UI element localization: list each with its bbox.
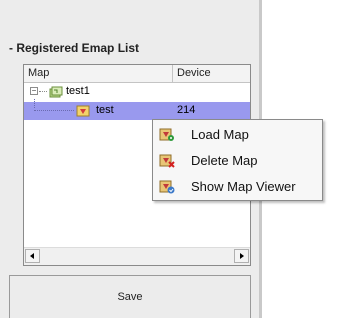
save-button[interactable]: Save xyxy=(9,275,251,318)
tree-node-label: test xyxy=(96,104,114,116)
column-divider[interactable] xyxy=(172,65,173,82)
load-map-icon xyxy=(159,126,175,147)
arrow-right-icon xyxy=(240,253,244,259)
tree-row-test[interactable]: test 214 xyxy=(24,99,250,121)
show-map-viewer-icon xyxy=(159,178,175,199)
collapse-toggle-icon[interactable]: − xyxy=(30,87,38,95)
registered-emap-title: - Registered Emap List xyxy=(9,41,140,55)
map-folder-icon xyxy=(49,85,63,102)
device-count: 214 xyxy=(177,104,196,116)
tree-connector-horizontal xyxy=(34,110,74,111)
context-menu: Load Map Delete Map Show Map Viewer xyxy=(152,119,323,201)
menu-item-load-map[interactable]: Load Map xyxy=(154,122,321,146)
horizontal-scrollbar[interactable] xyxy=(24,247,250,265)
tree-connector xyxy=(39,91,47,92)
delete-map-icon xyxy=(159,152,175,173)
menu-item-label: Load Map xyxy=(191,127,249,142)
tree-row-test1[interactable]: − test1 xyxy=(24,83,250,101)
scroll-left-button[interactable] xyxy=(25,249,40,263)
column-header-map[interactable]: Map xyxy=(28,67,49,79)
menu-item-show-map-viewer[interactable]: Show Map Viewer xyxy=(154,174,321,198)
column-header-device[interactable]: Device xyxy=(177,67,211,79)
arrow-left-icon xyxy=(30,253,34,259)
map-node-icon xyxy=(76,104,90,121)
menu-item-label: Delete Map xyxy=(191,153,258,168)
tree-connector-vertical xyxy=(34,99,35,108)
menu-item-label: Show Map Viewer xyxy=(191,179,296,194)
scroll-right-button[interactable] xyxy=(234,249,249,263)
list-header: Map Device xyxy=(24,65,250,83)
menu-item-delete-map[interactable]: Delete Map xyxy=(154,148,321,172)
tree-node-label: test1 xyxy=(66,85,90,97)
